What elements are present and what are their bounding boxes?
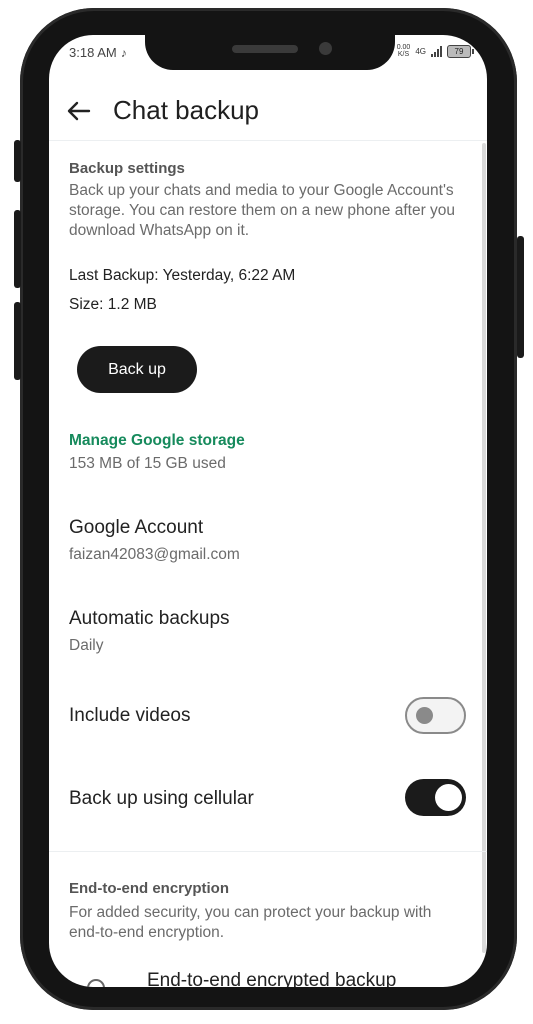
lock-icon [87,979,105,987]
phone-side-button [14,140,21,182]
backup-cellular-label: Back up using cellular [69,788,254,809]
phone-power-button [517,236,524,358]
manage-google-storage-link[interactable]: Manage Google storage [69,432,245,450]
section-divider [49,851,487,852]
e2e-backup-item-label[interactable]: End-to-end encrypted backup [147,970,396,987]
battery-icon: 79 [447,44,474,58]
net-speed-unit: K/S [397,51,410,58]
toggle-knob [416,707,433,724]
last-backup-text: Last Backup: Yesterday, 6:22 AM [69,267,296,284]
page-title: Chat backup [113,95,259,125]
battery-level: 79 [454,46,464,56]
back-arrow-icon[interactable] [65,97,93,125]
scrollbar[interactable] [482,143,486,953]
google-account-value: faizan42083@gmail.com [69,546,240,563]
status-bar-time-group: 3:18 AM ♪ [69,45,127,60]
backup-size-text: Size: 1.2 MB [69,296,157,313]
notch [145,35,395,70]
app-bar-divider [49,140,487,141]
app-bar: Chat backup [49,83,487,139]
include-videos-toggle[interactable] [405,697,466,734]
section-heading-backup-settings: Backup settings [69,160,185,177]
automatic-backups-value: Daily [69,637,104,654]
status-time: 3:18 AM [69,45,117,60]
phone-screen: 3:18 AM ♪ 0.00 K/S 4G 79 Chat backup Back… [49,35,487,987]
phone-volume-up-button [14,210,21,288]
net-speed-value: 0.00 [396,44,411,51]
backup-cellular-toggle[interactable] [405,779,466,816]
storage-usage-text: 153 MB of 15 GB used [69,455,226,472]
tiktok-icon: ♪ [120,46,127,60]
section-heading-encryption: End-to-end encryption [69,880,229,897]
signal-icon [431,45,442,57]
google-account-label: Google Account [69,517,204,538]
net-speed: 0.00 K/S [397,44,411,58]
network-type: 4G [415,46,426,56]
status-bar-indicators: 0.00 K/S 4G 79 [397,44,474,58]
backup-description: Back up your chats and media to your Goo… [69,182,456,239]
toggle-knob [435,784,462,811]
front-camera [319,42,332,55]
automatic-backups-label: Automatic backups [69,608,230,629]
back-up-button[interactable]: Back up [77,346,197,393]
phone-volume-down-button [14,302,21,380]
encryption-description: For added security, you can protect your… [69,904,432,941]
speaker [232,45,298,53]
include-videos-label: Include videos [69,705,191,726]
